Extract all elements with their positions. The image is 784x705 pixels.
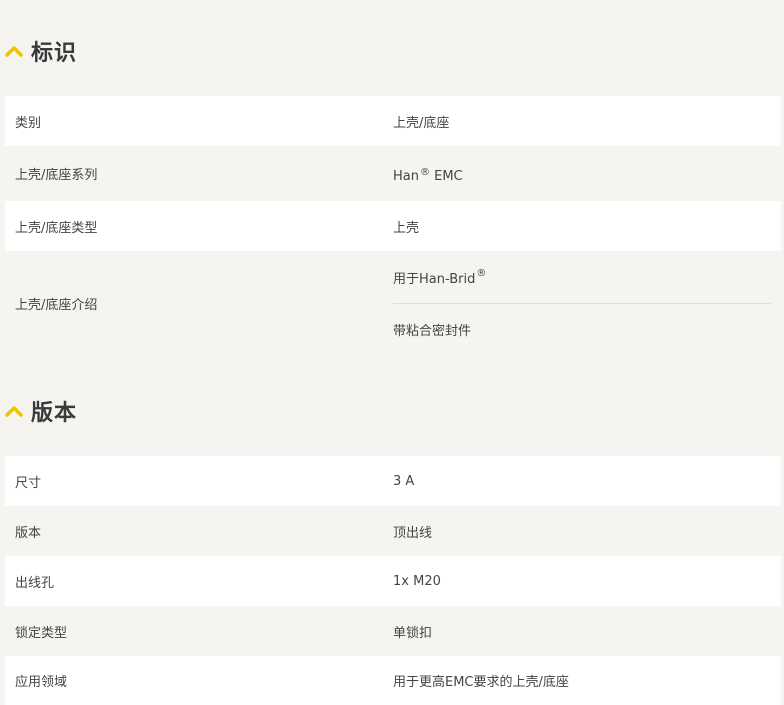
table-row: 尺寸 3 A <box>5 456 781 506</box>
table-row: 应用领域 用于更高EMC要求的上壳/底座 <box>5 656 781 705</box>
table-row: 类别 上壳/底座 <box>5 96 781 146</box>
section-header-identification[interactable]: 标识 <box>0 31 784 71</box>
row-label: 尺寸 <box>15 475 42 491</box>
row-label: 上壳/底座介绍 <box>15 297 98 313</box>
row-value: 上壳 <box>393 220 420 236</box>
row-label: 上壳/底座类型 <box>15 220 98 236</box>
registered-mark: ® <box>476 267 487 279</box>
identification-table: 类别 上壳/底座 上壳/底座系列 Han ® EMC 上壳/底座类型 上壳 上壳/… <box>5 96 781 355</box>
row-label: 应用领域 <box>15 675 68 690</box>
section-title: 标识 <box>31 41 78 66</box>
chevron-up-icon <box>5 406 23 417</box>
row-value: Han ® EMC <box>393 167 463 184</box>
row-value: 带粘合密封件 <box>393 323 472 339</box>
section-header-version[interactable]: 版本 <box>0 391 784 431</box>
row-label: 锁定类型 <box>15 625 68 641</box>
row-label: 类别 <box>15 115 42 131</box>
row-value: 单锁扣 <box>393 625 433 641</box>
row-value: 顶出线 <box>393 525 433 541</box>
row-value: 用于Han-Brid ® <box>393 267 487 287</box>
row-value: 用于更高EMC要求的上壳/底座 <box>393 675 569 690</box>
row-label: 上壳/底座系列 <box>15 168 98 183</box>
registered-mark: ® <box>419 167 430 178</box>
version-table: 尺寸 3 A 版本 顶出线 出线孔 1x M20 锁定类型 单锁扣 应用领域 用… <box>5 456 781 705</box>
section-title: 版本 <box>31 401 78 426</box>
table-row: 出线孔 1x M20 <box>5 556 781 606</box>
row-label: 版本 <box>15 525 42 541</box>
row-value: 3 A <box>393 473 415 489</box>
row-label: 出线孔 <box>15 575 55 591</box>
row-value: 上壳/底座 <box>393 115 450 131</box>
table-row: 上壳/底座介绍 用于Han-Brid ® 带粘合密封件 <box>5 251 781 355</box>
table-row: 版本 顶出线 <box>5 506 781 556</box>
row-value: 1x M20 <box>393 573 441 589</box>
table-row: 上壳/底座系列 Han ® EMC <box>5 146 781 201</box>
table-row: 锁定类型 单锁扣 <box>5 606 781 656</box>
table-row: 上壳/底座类型 上壳 <box>5 201 781 251</box>
chevron-up-icon <box>5 46 23 57</box>
